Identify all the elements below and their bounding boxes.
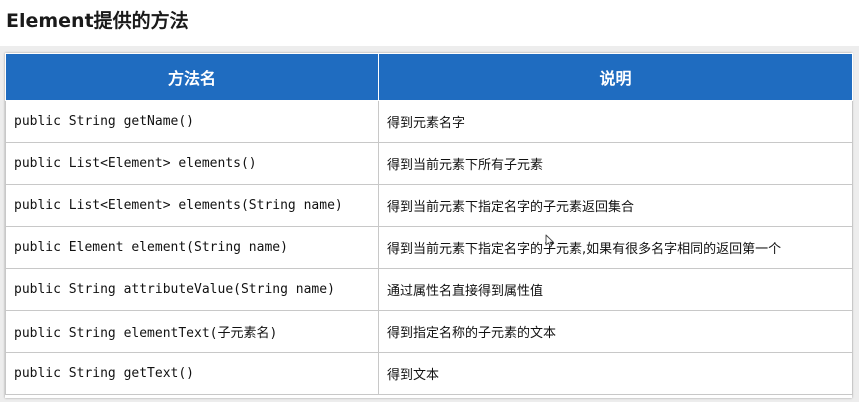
table-row: public List<Element> elements(String nam… — [5, 184, 853, 227]
table-row: public Element element(String name) 得到当前… — [5, 226, 853, 269]
mouse-pointer-icon — [545, 234, 554, 248]
method-description: 得到当前元素下指定名字的子元素返回集合 — [378, 184, 853, 227]
method-signature: public List<Element> elements() — [5, 142, 379, 185]
method-signature: public Element element(String name) — [5, 226, 379, 269]
method-description: 得到当前元素下所有子元素 — [378, 142, 853, 185]
column-header-description: 说明 — [378, 53, 853, 101]
method-signature: public String attributeValue(String name… — [5, 268, 379, 311]
method-description: 通过属性名直接得到属性值 — [378, 268, 853, 311]
methods-table-container: 方法名 说明 public String getName() 得到元素名字 pu… — [5, 53, 853, 398]
table-row: public String getName() 得到元素名字 — [5, 100, 853, 143]
method-signature: public String elementText(子元素名) — [5, 310, 379, 353]
method-description: 得到当前元素下指定名字的子元素,如果有很多名字相同的返回第一个 — [378, 226, 853, 269]
table-row: public String getText() 得到文本 — [5, 352, 853, 395]
table-row: public List<Element> elements() 得到当前元素下所… — [5, 142, 853, 185]
method-description: 得到文本 — [378, 352, 853, 395]
column-header-method: 方法名 — [5, 53, 379, 101]
table-header-row: 方法名 说明 — [5, 53, 853, 101]
methods-table: 方法名 说明 public String getName() 得到元素名字 pu… — [5, 53, 853, 395]
table-row: public String attributeValue(String name… — [5, 268, 853, 311]
method-signature: public String getText() — [5, 352, 379, 395]
method-signature: public List<Element> elements(String nam… — [5, 184, 379, 227]
method-signature: public String getName() — [5, 100, 379, 143]
method-description: 得到指定名称的子元素的文本 — [378, 310, 853, 353]
table-row: public String elementText(子元素名) 得到指定名称的子… — [5, 310, 853, 353]
method-description: 得到元素名字 — [378, 100, 853, 143]
page-title: Element提供的方法 — [6, 10, 189, 32]
